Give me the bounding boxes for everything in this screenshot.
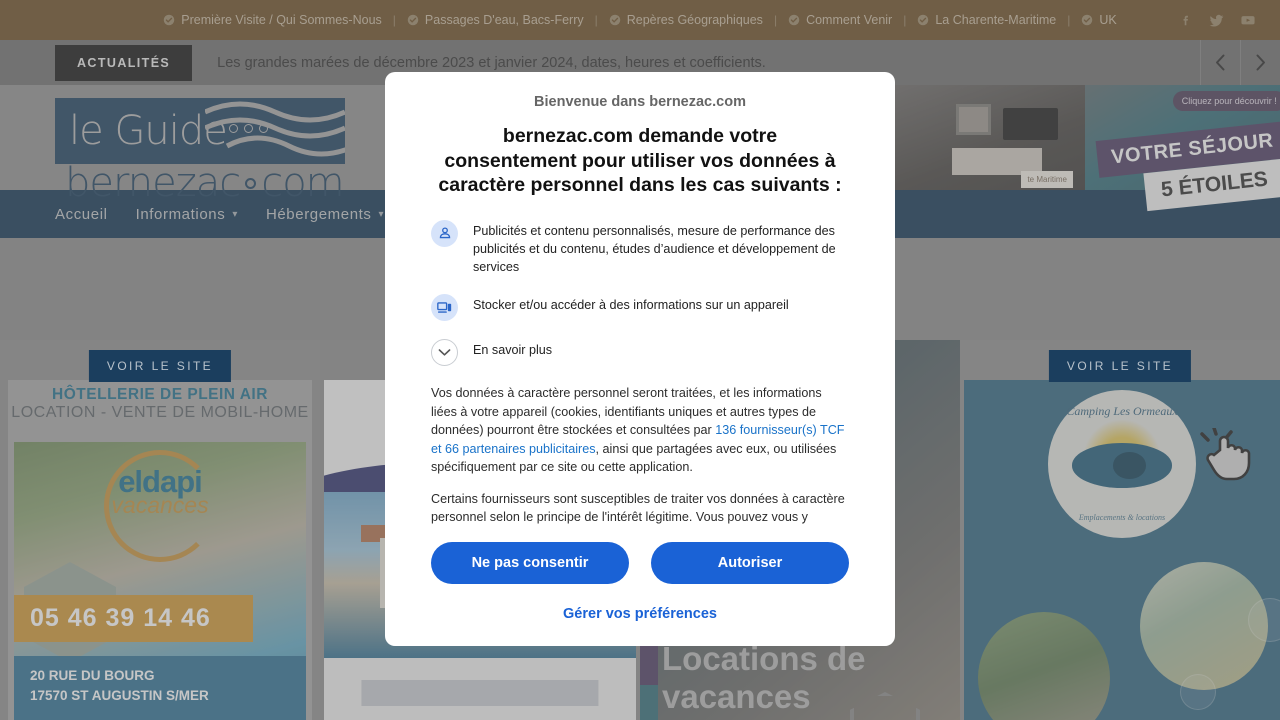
voir-le-site-button-eldapi[interactable]: VOIR LE SITE [88,350,232,382]
consent-paragraph-2: Certains fournisseurs sont susceptibles … [431,491,845,525]
deny-button[interactable]: Ne pas consentir [431,542,629,584]
consent-actions: Ne pas consentir Autoriser [385,528,895,584]
consent-purpose-personalised-ads: Publicités et contenu personnalisés, mes… [431,219,849,277]
consent-dialog: Bienvenue dans bernezac.com bernezac.com… [385,72,895,646]
device-icon [431,294,458,322]
consent-learn-more-row[interactable]: En savoir plus [431,339,849,367]
consent-dialog-body: Bienvenue dans bernezac.com bernezac.com… [385,72,895,528]
consent-purpose-label: Publicités et contenu personnalisés, mes… [473,223,836,275]
consent-purpose-label: Stocker et/ou accéder à des informations… [473,298,789,313]
consent-welcome: Bienvenue dans bernezac.com [534,94,746,110]
allow-button[interactable]: Autoriser [651,542,849,584]
chevron-down-icon[interactable] [431,339,458,367]
person-icon [431,219,458,247]
consent-title: bernezac.com demande votre consentement … [438,125,842,197]
consent-paragraph-1: Vos données à caractère personnel seront… [431,384,849,477]
consent-purpose-device-storage: Stocker et/ou accéder à des informations… [431,294,849,322]
consent-learn-more-label[interactable]: En savoir plus [473,339,552,359]
manage-preferences-link[interactable]: Gérer vos préférences [385,584,895,646]
voir-le-site-button-camping[interactable]: VOIR LE SITE [1048,350,1192,382]
